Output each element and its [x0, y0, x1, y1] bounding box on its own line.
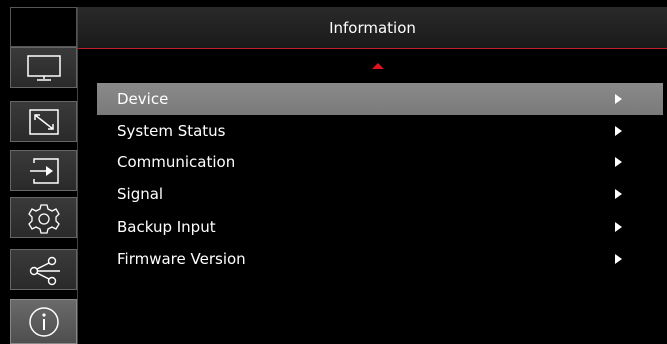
menu-item-label: System Status — [117, 122, 226, 140]
page-title: Information — [329, 19, 416, 37]
sidebar-item-input[interactable] — [10, 150, 77, 191]
menu-item-label: Communication — [117, 153, 236, 171]
menu-item-label: Firmware Version — [117, 250, 246, 268]
header-accent-line — [78, 48, 667, 49]
share-icon — [29, 256, 60, 286]
sidebar-divider — [77, 7, 78, 344]
menu-item-device[interactable]: Device — [97, 83, 663, 115]
chevron-right-icon — [615, 189, 622, 199]
sidebar-item-information[interactable] — [10, 299, 77, 344]
input-icon — [30, 158, 59, 184]
scroll-up-arrow-icon[interactable] — [372, 63, 384, 69]
osd-window: Information Device System Status Communi… — [0, 0, 667, 344]
sidebar — [0, 0, 78, 344]
menu-item-label: Device — [117, 90, 169, 108]
menu-item-communication[interactable]: Communication — [97, 146, 663, 178]
sidebar-item-display[interactable] — [10, 47, 77, 88]
chevron-right-icon — [615, 157, 622, 167]
monitor-icon — [27, 55, 61, 81]
sidebar-item-resize[interactable] — [10, 101, 77, 142]
chevron-right-icon — [615, 222, 622, 232]
menu-item-signal[interactable]: Signal — [97, 178, 663, 210]
info-icon — [29, 307, 59, 337]
menu-item-backup-input[interactable]: Backup Input — [97, 211, 663, 243]
menu-item-label: Backup Input — [117, 218, 216, 236]
gear-icon — [28, 204, 60, 234]
chevron-right-icon — [615, 254, 622, 264]
resize-icon — [29, 109, 59, 135]
chevron-right-icon — [615, 94, 622, 104]
header-bar: Information — [78, 7, 667, 48]
sidebar-header — [10, 7, 77, 47]
chevron-right-icon — [615, 126, 622, 136]
sidebar-item-setup[interactable] — [10, 197, 77, 238]
menu-item-system-status[interactable]: System Status — [97, 115, 663, 147]
sidebar-item-network[interactable] — [10, 249, 77, 290]
menu-item-firmware-version[interactable]: Firmware Version — [97, 243, 663, 275]
menu-item-label: Signal — [117, 185, 164, 203]
